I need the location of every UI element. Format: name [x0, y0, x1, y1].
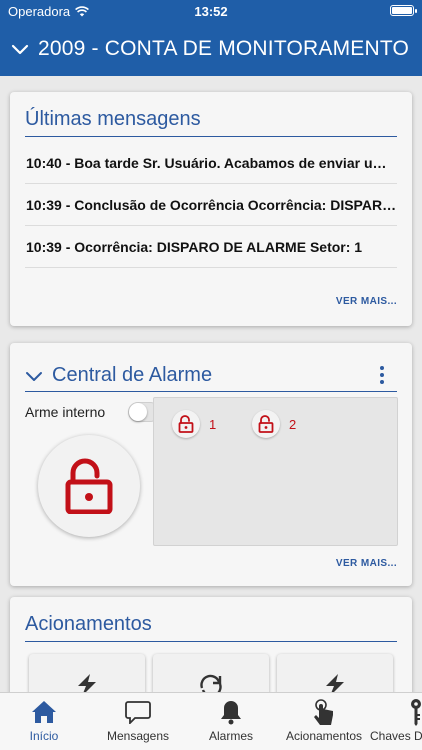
bell-icon: [221, 701, 241, 725]
tab-label: Chaves D: [370, 729, 422, 743]
zone-item[interactable]: 1: [172, 410, 216, 438]
tab-chaves[interactable]: Chaves D: [370, 693, 422, 750]
divider: [25, 136, 397, 137]
message-item[interactable]: 10:40 - Boa tarde Sr. Usuário. Acabamos …: [25, 142, 397, 184]
account-title[interactable]: 2009 - CONTA DE MONITORAMENTO: [38, 37, 409, 61]
divider: [25, 391, 397, 392]
more-options-icon[interactable]: [378, 365, 386, 385]
zones-panel: 1 2: [153, 397, 398, 546]
message-icon: [125, 701, 151, 724]
unlocked-icon: [65, 458, 113, 514]
tab-label: Alarmes: [208, 729, 253, 743]
alarm-card: Central de Alarme Arme interno 1 2 VER M…: [10, 343, 412, 586]
zone-number: 1: [209, 416, 217, 432]
messages-more-link[interactable]: VER MAIS...: [336, 296, 397, 307]
tab-mensagens[interactable]: Mensagens: [98, 693, 178, 750]
tab-label: Mensagens: [106, 729, 170, 743]
tab-inicio[interactable]: Início: [14, 693, 74, 750]
tab-bar: Início Mensagens Alarmes Acionamentos Ch…: [0, 692, 422, 750]
chevron-down-icon[interactable]: [10, 39, 30, 59]
chevron-down-icon[interactable]: [25, 367, 43, 385]
tab-label: Início: [29, 729, 59, 743]
zone-number: 2: [289, 416, 297, 432]
unlocked-icon: [252, 410, 280, 438]
key-icon: [411, 699, 421, 726]
unlocked-icon: [172, 410, 200, 438]
zone-item[interactable]: 2: [252, 410, 296, 438]
alarm-card-title: Central de Alarme: [52, 364, 213, 386]
message-item[interactable]: 10:39 - Ocorrência: DISPARO DE ALARME Se…: [25, 226, 397, 268]
tab-label: Acionamentos: [285, 729, 363, 743]
message-list: 10:40 - Boa tarde Sr. Usuário. Acabamos …: [25, 142, 397, 268]
message-item[interactable]: 10:39 - Conclusão de Ocorrência Ocorrênc…: [25, 184, 397, 226]
messages-card: Últimas mensagens 10:40 - Boa tarde Sr. …: [10, 92, 412, 326]
tab-alarmes[interactable]: Alarmes: [196, 693, 266, 750]
status-time: 13:52: [194, 4, 228, 19]
arm-internal-label: Arme interno: [25, 404, 106, 420]
touch-icon: [314, 699, 333, 725]
alarm-arm-button[interactable]: [38, 435, 140, 537]
messages-card-title: Últimas mensagens: [25, 108, 201, 130]
home-icon: [32, 701, 56, 723]
status-bar: Operadora 13:52: [0, 0, 422, 22]
actions-card-title: Acionamentos: [25, 613, 152, 635]
divider: [25, 641, 397, 642]
alarm-more-link[interactable]: VER MAIS...: [336, 558, 397, 569]
app-header: 2009 - CONTA DE MONITORAMENTO: [0, 22, 422, 76]
battery-icon: [390, 5, 417, 16]
tab-acionamentos[interactable]: Acionamentos: [280, 693, 368, 750]
